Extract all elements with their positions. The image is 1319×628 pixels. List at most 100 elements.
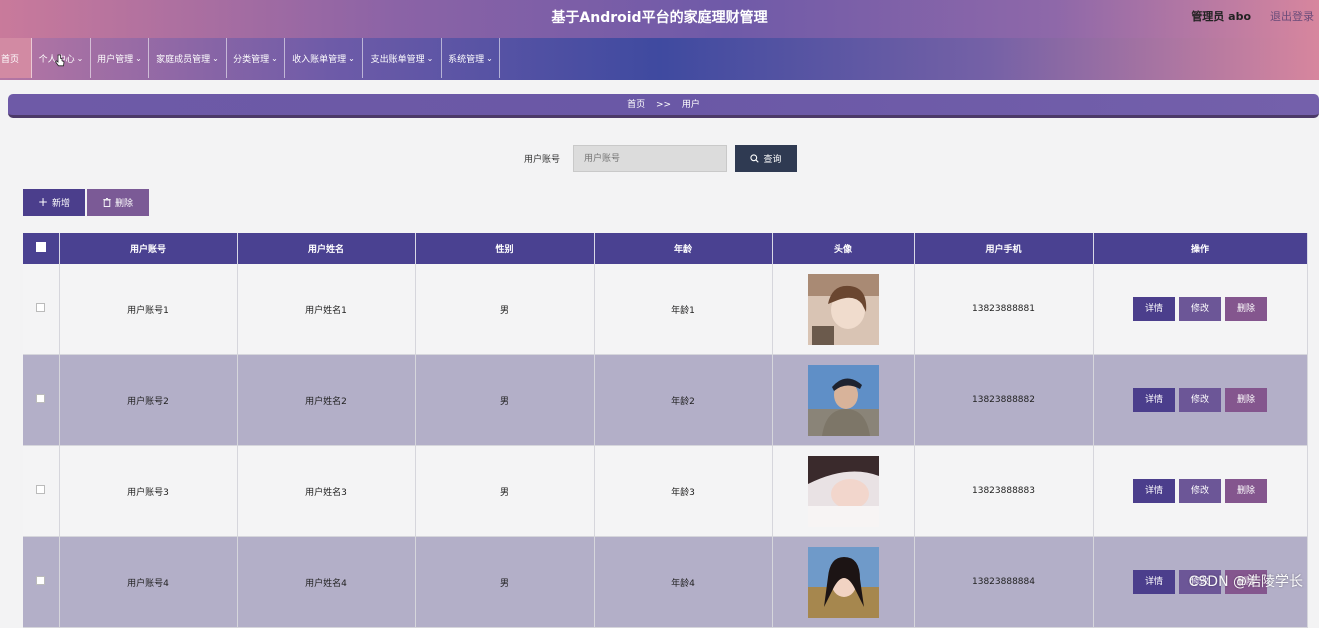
column-header-account: 用户账号	[59, 233, 238, 264]
chevron-down-icon: ⌄	[426, 53, 434, 63]
cell-name: 用户姓名2	[237, 354, 416, 446]
cell-avatar	[772, 354, 915, 446]
nav-item-label: 支出账单管理	[370, 54, 425, 65]
avatar	[807, 273, 879, 345]
cell-age: 年龄3	[594, 445, 773, 537]
app-header: 基于Android平台的家庭理财管理 管理员 abo 退出登录	[0, 0, 1319, 38]
search-label: 用户账号	[524, 155, 561, 165]
cell-account: 用户账号1	[59, 264, 238, 355]
search-input[interactable]	[573, 145, 727, 172]
cell-name: 用户姓名4	[237, 536, 416, 628]
cell-avatar	[772, 536, 915, 628]
nav-item-label: 用户管理	[97, 54, 134, 65]
column-header-actions: 操作	[1093, 233, 1308, 264]
users-table: 用户账号 用户姓名 性别 年龄 头像 用户手机 操作 用户账号1 用户姓名1 男…	[23, 233, 1308, 628]
bulk-delete-button[interactable]: 删除	[87, 189, 149, 216]
detail-button[interactable]: 详情	[1133, 388, 1175, 412]
chevron-down-icon: ⌄	[135, 53, 142, 63]
breadcrumb: 首页 >> 用户	[8, 94, 1319, 118]
nav-item-label: 家庭成员管理	[156, 54, 211, 65]
nav-item-home[interactable]: 首页	[0, 38, 32, 78]
chevron-down-icon: ⌄	[486, 53, 493, 63]
chevron-down-icon: ⌄	[76, 53, 84, 63]
mouse-cursor-icon	[55, 54, 65, 67]
detail-button[interactable]: 详情	[1133, 479, 1175, 503]
add-button[interactable]: + 新增	[23, 189, 85, 216]
cell-name: 用户姓名1	[237, 264, 416, 355]
bulk-delete-label: 删除	[114, 199, 133, 209]
cell-phone: 13823888882	[914, 354, 1094, 446]
cell-phone: 13823888883	[914, 445, 1094, 537]
nav-item-label: 首页	[1, 54, 20, 65]
watermark: CSDN @浩陵学长	[1188, 574, 1303, 590]
row-checkbox[interactable]	[36, 576, 46, 585]
column-header-age: 年龄	[594, 233, 773, 264]
cell-gender: 男	[415, 536, 595, 628]
nav-item-expense-bills[interactable]: 支出账单管理 ⌄	[363, 38, 442, 78]
row-select-cell	[23, 264, 60, 355]
breadcrumb-home[interactable]: 首页	[627, 100, 645, 110]
plus-icon: +	[37, 195, 49, 209]
row-checkbox[interactable]	[36, 394, 46, 403]
table-row: 用户账号2 用户姓名2 男 年龄2 13823888882 详情 修改 删除	[23, 354, 1308, 446]
cell-account: 用户账号3	[59, 445, 238, 537]
select-all-checkbox[interactable]	[35, 242, 46, 252]
cell-gender: 男	[415, 264, 595, 355]
column-header-avatar: 头像	[772, 233, 915, 264]
cell-avatar	[772, 445, 915, 537]
edit-button[interactable]: 修改	[1179, 479, 1221, 503]
search-icon	[750, 154, 760, 163]
column-header-name: 用户姓名	[237, 233, 416, 264]
nav-item-label: 分类管理	[233, 54, 270, 65]
cell-age: 年龄1	[594, 264, 773, 355]
breadcrumb-separator: >>	[655, 100, 672, 110]
cell-actions: 详情 修改 删除	[1093, 354, 1308, 446]
row-select-cell	[23, 445, 60, 537]
cell-phone: 13823888881	[914, 264, 1094, 355]
cell-age: 年龄4	[594, 536, 773, 628]
edit-button[interactable]: 修改	[1179, 388, 1221, 412]
delete-button[interactable]: 删除	[1225, 388, 1267, 412]
main-nav: 首页 个人中心 ⌄ 用户管理 ⌄ 家庭成员管理 ⌄ 分类管理 ⌄ 收入账单管理 ⌄ 支出账…	[0, 38, 1319, 80]
nav-item-label: 收入账单管理	[292, 54, 347, 65]
delete-button[interactable]: 删除	[1225, 297, 1267, 321]
table-row: 用户账号3 用户姓名3 男 年龄3 13823888883 详情 修改 删除	[23, 445, 1308, 537]
cell-age: 年龄2	[594, 354, 773, 446]
cell-name: 用户姓名3	[237, 445, 416, 537]
cell-avatar	[772, 264, 915, 355]
table-row: 用户账号1 用户姓名1 男 年龄1 13823888881 详情 修改 删除	[23, 264, 1308, 355]
nav-item-user-management[interactable]: 用户管理 ⌄	[91, 38, 149, 78]
detail-button[interactable]: 详情	[1133, 570, 1175, 594]
delete-button[interactable]: 删除	[1225, 479, 1267, 503]
row-checkbox[interactable]	[36, 485, 46, 494]
chevron-down-icon: ⌄	[348, 53, 355, 63]
edit-button[interactable]: 修改	[1179, 297, 1221, 321]
nav-item-category-management[interactable]: 分类管理 ⌄	[227, 38, 285, 78]
logout-link[interactable]: 退出登录	[1270, 0, 1314, 34]
row-checkbox[interactable]	[36, 303, 46, 312]
avatar	[807, 364, 879, 436]
cell-actions: 详情 修改 删除	[1093, 445, 1308, 537]
add-button-label: 新增	[52, 199, 71, 209]
select-all-cell	[23, 233, 60, 264]
nav-item-income-bills[interactable]: 收入账单管理 ⌄	[285, 38, 363, 78]
chevron-down-icon: ⌄	[271, 53, 278, 63]
cell-gender: 男	[415, 354, 595, 446]
admin-user-label: 管理员 abo	[1191, 10, 1251, 23]
column-header-gender: 性别	[415, 233, 595, 264]
table-row: 用户账号4 用户姓名4 男 年龄4 13823888884 详情 修改 删除	[23, 536, 1308, 628]
cell-gender: 男	[415, 445, 595, 537]
breadcrumb-current: 用户	[681, 100, 700, 110]
cell-phone: 13823888884	[914, 536, 1094, 628]
trash-icon	[103, 198, 111, 207]
nav-item-family-members[interactable]: 家庭成员管理 ⌄	[149, 38, 227, 78]
detail-button[interactable]: 详情	[1133, 297, 1175, 321]
search-button-label: 查询	[763, 155, 782, 165]
search-button[interactable]: 查询	[735, 145, 797, 172]
nav-item-label: 系统管理	[448, 54, 485, 65]
nav-item-system-management[interactable]: 系统管理 ⌄	[442, 38, 500, 78]
avatar	[807, 455, 879, 527]
avatar	[807, 546, 879, 618]
chevron-down-icon: ⌄	[212, 53, 219, 63]
table-header-row: 用户账号 用户姓名 性别 年龄 头像 用户手机 操作	[23, 233, 1308, 264]
